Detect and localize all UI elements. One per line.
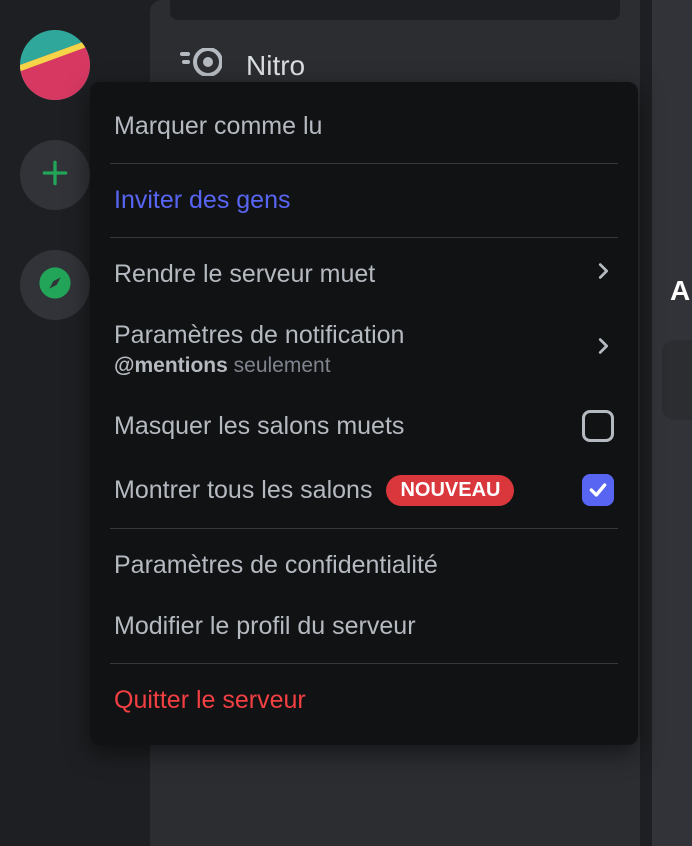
menu-edit-server-profile[interactable]: Modifier le profil du serveur — [90, 596, 638, 657]
menu-leave-server[interactable]: Quitter le serveur — [90, 670, 638, 731]
menu-label: Marquer comme lu — [114, 112, 322, 141]
menu-divider — [110, 163, 618, 164]
search-box[interactable] — [170, 0, 620, 20]
menu-notification-settings[interactable]: Paramètres de notification @mentions seu… — [90, 305, 638, 394]
menu-mute-server[interactable]: Rendre le serveur muet — [90, 244, 638, 305]
compass-icon — [38, 266, 72, 305]
checkbox-unchecked-icon[interactable] — [582, 410, 614, 442]
menu-label: Paramètres de confidentialité — [114, 551, 438, 580]
plus-icon — [39, 157, 71, 194]
nitro-icon — [180, 48, 222, 83]
nitro-label: Nitro — [246, 50, 305, 82]
edge-panel — [662, 340, 692, 420]
menu-label: Inviter des gens — [114, 186, 291, 215]
menu-invite-people[interactable]: Inviter des gens — [90, 170, 638, 231]
add-server-button[interactable] — [20, 140, 90, 210]
menu-divider — [110, 663, 618, 664]
menu-show-all-channels[interactable]: Montrer tous les salons NOUVEAU — [90, 458, 638, 522]
server-avatar[interactable] — [20, 30, 90, 100]
menu-divider — [110, 528, 618, 529]
edge-text: A — [670, 275, 690, 307]
main-content-edge: A — [652, 0, 692, 846]
menu-hide-muted-channels[interactable]: Masquer les salons muets — [90, 394, 638, 458]
chevron-right-icon — [592, 260, 614, 289]
explore-servers-button[interactable] — [20, 250, 90, 320]
menu-label: Quitter le serveur — [114, 686, 306, 715]
chevron-right-icon — [592, 335, 614, 364]
checkbox-checked-icon[interactable] — [582, 474, 614, 506]
menu-label: Modifier le profil du serveur — [114, 612, 416, 641]
menu-divider — [110, 237, 618, 238]
menu-label: Paramètres de notification — [114, 321, 404, 350]
menu-mark-read[interactable]: Marquer comme lu — [90, 96, 638, 157]
menu-label: Rendre le serveur muet — [114, 260, 375, 289]
menu-privacy-settings[interactable]: Paramètres de confidentialité — [90, 535, 638, 596]
menu-label: Masquer les salons muets — [114, 412, 404, 441]
menu-label: Montrer tous les salons — [114, 476, 372, 505]
server-context-menu: Marquer comme lu Inviter des gens Rendre… — [90, 82, 638, 745]
menu-sublabel: @mentions seulement — [114, 354, 404, 378]
new-badge: NOUVEAU — [386, 475, 514, 506]
